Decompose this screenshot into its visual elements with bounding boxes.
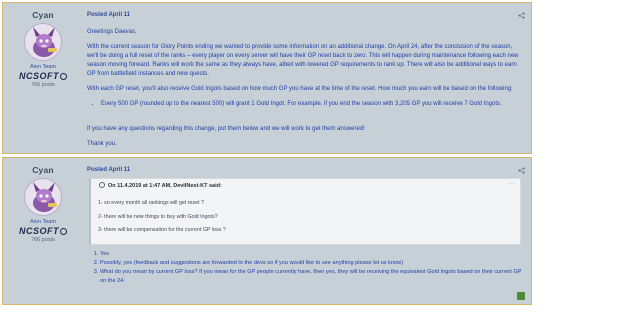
author-panel: Cyan Aion Team NCSOFT 766 posts bbox=[3, 3, 83, 153]
ncsoft-logo-icon bbox=[60, 73, 67, 80]
ncsoft-logo-icon bbox=[60, 228, 67, 235]
post-body: Posted April 11 On 11.4.2019 at 1:47 AM,… bbox=[84, 158, 531, 304]
share-icon[interactable] bbox=[518, 167, 525, 174]
expand-quote-button[interactable]: ··· bbox=[508, 181, 514, 187]
author-name[interactable]: Cyan bbox=[3, 10, 83, 20]
paragraph: With the current season for Glory Points… bbox=[87, 44, 519, 77]
post-date[interactable]: Posted April 11 bbox=[87, 167, 130, 173]
post-count: 766 posts bbox=[31, 82, 55, 88]
list-item: What do you mean by current GP loss? If … bbox=[100, 268, 523, 286]
paragraph: With each GP reset, you'll also receive … bbox=[87, 86, 513, 92]
bullet-list: Every 500 GP (rounded up to the nearest … bbox=[101, 100, 523, 109]
quote-line: 1- so every month all rankings will get … bbox=[98, 200, 204, 206]
quote-header[interactable]: On 11.4.2019 at 1:47 AM, DevilNest-KT sa… bbox=[99, 182, 222, 189]
post-body: Posted April 11 Greetings Daevas, With t… bbox=[84, 3, 531, 153]
quote-content: 1- so every month all rankings will get … bbox=[98, 197, 226, 238]
paragraph: If you have any questions regarding this… bbox=[87, 126, 365, 132]
list-item: Yes bbox=[100, 250, 523, 259]
quote-block: On 11.4.2019 at 1:47 AM, DevilNest-KT sa… bbox=[89, 178, 521, 245]
post-count: 766 posts bbox=[31, 237, 55, 243]
author-role: Aion Team bbox=[30, 219, 56, 225]
like-icon[interactable] bbox=[517, 292, 525, 300]
author-role: Aion Team bbox=[30, 64, 56, 70]
greeting: Greetings Daevas, bbox=[87, 29, 137, 35]
post-date[interactable]: Posted April 11 bbox=[87, 12, 130, 18]
forum-post: Cyan Aion Team NCSOFT 766 posts Posted A… bbox=[2, 2, 532, 154]
quote-header-text: On 11.4.2019 at 1:47 AM, DevilNest-KT sa… bbox=[108, 183, 222, 189]
sign-off: Thank you. bbox=[87, 141, 117, 147]
share-icon[interactable] bbox=[518, 12, 525, 19]
forum-post: Cyan Aion Team NCSOFT 766 posts Posted A… bbox=[2, 157, 532, 305]
avatar[interactable] bbox=[24, 178, 62, 216]
post-content: Greetings Daevas, With the current seaso… bbox=[87, 28, 523, 155]
company-name: NCSOFT bbox=[19, 71, 59, 81]
answer-list: Yes Possibly, yes (feedback and suggesti… bbox=[94, 250, 523, 286]
company-logo: NCSOFT bbox=[3, 226, 83, 236]
quote-line: 3- there will be compensation for the cu… bbox=[98, 227, 226, 233]
list-item: Every 500 GP (rounded up to the nearest … bbox=[101, 100, 523, 109]
list-item: Possibly, yes (feedback and suggestions … bbox=[100, 259, 523, 268]
author-panel: Cyan Aion Team NCSOFT 766 posts bbox=[3, 158, 83, 304]
author-name[interactable]: Cyan bbox=[3, 165, 83, 175]
company-logo: NCSOFT bbox=[3, 71, 83, 81]
avatar[interactable] bbox=[24, 23, 62, 61]
quote-line: 2- there will be new things to buy with … bbox=[98, 213, 218, 220]
quote-icon bbox=[99, 182, 105, 188]
company-name: NCSOFT bbox=[19, 226, 59, 236]
